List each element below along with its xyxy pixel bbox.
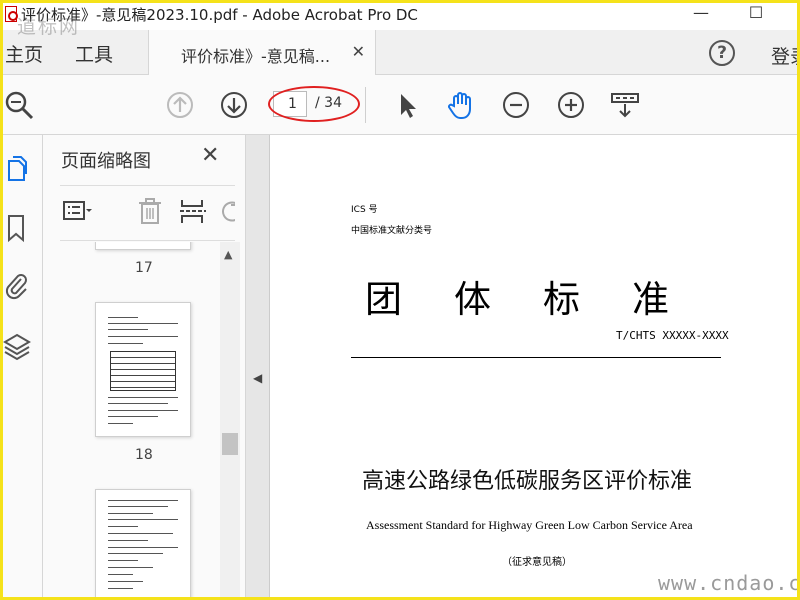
close-tab-icon[interactable]: ✕ — [352, 42, 365, 61]
prev-page-icon[interactable] — [164, 89, 196, 121]
document-tab-label: 评价标准》-意见稿... — [181, 47, 331, 66]
thumbnail-scrollbar[interactable]: ▲ — [220, 242, 240, 597]
bookmarks-icon[interactable] — [3, 213, 31, 243]
layers-icon[interactable] — [3, 331, 31, 361]
document-page: ICS 号 中国标准文献分类号 团体标准 T/CHTS XXXXX-XXXX 高… — [270, 135, 797, 597]
attachments-icon[interactable] — [3, 270, 31, 300]
page-thumbnail[interactable] — [95, 242, 191, 250]
fit-width-icon[interactable] — [609, 89, 641, 121]
toolbar-divider — [365, 87, 366, 123]
scroll-up-icon[interactable]: ▲ — [224, 248, 232, 261]
title-bar: 评价标准》-意见稿2023.10.pdf - Adobe Acrobat Pro… — [3, 3, 797, 30]
doc-title-cn: 高速公路绿色低碳服务区评价标准 — [362, 469, 693, 494]
zoom-out-icon[interactable] — [500, 89, 532, 121]
thumbnail-page-number: 17 — [135, 260, 153, 276]
thumbnails-pane: 页面缩略图 ✕ 17 18 ▲ — [43, 135, 246, 597]
doc-standard-code: T/CHTS XXXXX-XXXX — [616, 329, 729, 342]
thumbnails-toolbar — [60, 185, 235, 241]
scrollbar-thumb[interactable] — [222, 433, 238, 455]
red-highlight-circle — [268, 86, 360, 122]
page-thumbnail[interactable] — [95, 302, 191, 437]
select-arrow-icon[interactable] — [391, 89, 423, 121]
thumbnail-options-icon[interactable] — [62, 196, 92, 226]
thumbnails-pane-title: 页面缩略图 — [61, 151, 151, 172]
rotate-page-icon[interactable] — [215, 196, 235, 226]
maximize-button[interactable]: ☐ — [736, 3, 776, 25]
tab-tools[interactable]: 工具 — [75, 40, 113, 67]
thumbnail-list: 17 18 — [43, 242, 223, 597]
navigation-rail — [3, 135, 43, 597]
pane-collapse-strip[interactable]: ◀ — [246, 135, 270, 597]
window-title: 评价标准》-意见稿2023.10.pdf - Adobe Acrobat Pro… — [21, 6, 418, 24]
close-pane-icon[interactable]: ✕ — [201, 143, 219, 168]
doc-heading: 团体标准 — [365, 278, 721, 321]
doc-draft-note: （征求意见稿） — [502, 557, 572, 568]
tab-document[interactable]: 评价标准》-意见稿... ✕ — [148, 30, 376, 76]
thumbnail-page-number: 18 — [135, 447, 153, 463]
tab-bar: 主页 工具 评价标准》-意见稿... ✕ ? 登录 — [3, 30, 797, 76]
acrobat-app-icon — [5, 6, 18, 22]
doc-horizontal-rule — [351, 357, 721, 358]
search-zoom-icon[interactable] — [3, 89, 35, 121]
hand-tool-icon[interactable] — [445, 89, 477, 121]
zoom-in-icon[interactable] — [555, 89, 587, 121]
page-thumbnail[interactable] — [95, 489, 191, 597]
acrobat-window: 评价标准》-意见稿2023.10.pdf - Adobe Acrobat Pro… — [3, 3, 797, 597]
delete-page-icon[interactable] — [135, 196, 165, 226]
page-thumbnails-icon[interactable] — [3, 153, 31, 183]
watermark-top-left: 道标网 — [17, 16, 81, 38]
minimize-button[interactable]: — — [681, 3, 721, 25]
tab-home[interactable]: 主页 — [5, 40, 43, 67]
doc-title-en: Assessment Standard for Highway Green Lo… — [366, 518, 693, 532]
collapse-left-icon[interactable]: ◀ — [253, 371, 262, 385]
split-page-icon[interactable] — [178, 196, 208, 226]
login-button[interactable]: 登录 — [771, 42, 797, 69]
next-page-icon[interactable] — [218, 89, 250, 121]
watermark-bottom-right: www.cndao.com — [658, 571, 797, 595]
main-toolbar: 1 / 34 — [3, 75, 797, 135]
doc-ics-label: ICS 号 — [351, 205, 378, 215]
help-icon[interactable]: ? — [709, 40, 735, 66]
doc-classification-label: 中国标准文献分类号 — [351, 226, 433, 236]
